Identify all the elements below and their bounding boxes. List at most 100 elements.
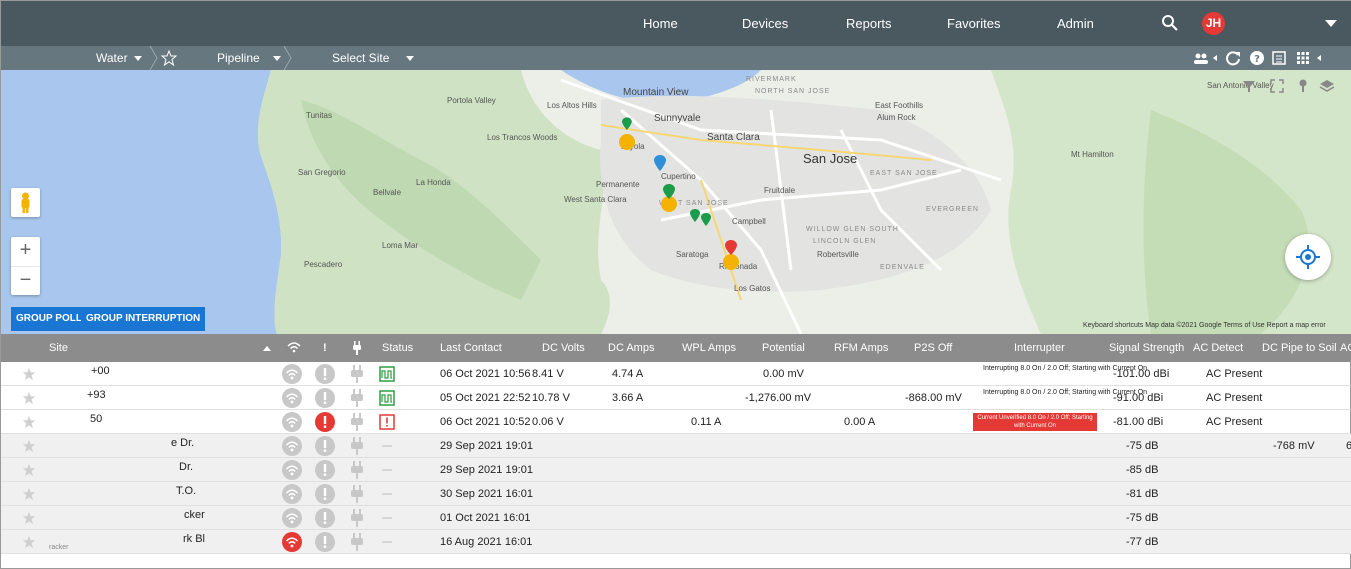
chevron-left-icon[interactable] (1315, 50, 1323, 66)
col-rfm-amps[interactable]: RFM Amps (834, 334, 888, 362)
zoom-in-button[interactable]: + (11, 237, 40, 266)
star-icon[interactable] (22, 463, 36, 477)
filter-icon[interactable] (1241, 78, 1257, 94)
star-icon[interactable] (22, 391, 36, 405)
alert-icon[interactable] (315, 484, 335, 504)
pin-icon[interactable] (1295, 78, 1311, 94)
star-icon[interactable] (161, 50, 177, 66)
wifi-icon[interactable] (282, 364, 302, 384)
group-interruption-button[interactable]: GROUP INTERRUPTION (81, 307, 206, 331)
col-potential[interactable]: Potential (762, 334, 805, 362)
map-pin-icon[interactable] (652, 154, 668, 174)
zoom-out-button[interactable]: − (11, 266, 40, 295)
pulse-status-icon[interactable] (379, 486, 399, 506)
pulse-status-icon[interactable] (379, 414, 399, 434)
map-view[interactable]: Mountain View Sunnyvale Santa Clara San … (1, 70, 1351, 334)
col-dc-amps[interactable]: DC Amps (608, 334, 654, 362)
pipeline-dropdown[interactable]: Pipeline (217, 46, 281, 70)
star-icon[interactable] (22, 367, 36, 381)
nav-home[interactable]: Home (643, 1, 678, 46)
alert-icon[interactable] (315, 532, 335, 552)
map-pin-icon[interactable] (615, 116, 639, 152)
pegman-icon[interactable] (11, 188, 40, 217)
star-icon[interactable] (22, 511, 36, 525)
site-name[interactable]: T.O. (176, 482, 196, 500)
wifi-icon[interactable] (282, 412, 302, 432)
plug-icon[interactable] (347, 364, 367, 384)
alert-icon[interactable] (315, 508, 335, 528)
wifi-icon[interactable] (282, 484, 302, 504)
map-pin-icon[interactable] (657, 182, 681, 214)
plug-icon[interactable] (347, 388, 367, 408)
select-site-dropdown[interactable]: Select Site (332, 46, 415, 70)
table-row[interactable]: e Dr. 29 Sep 2021 19:01 -75 dB -768 mV 6 (1, 434, 1351, 458)
wifi-icon[interactable] (282, 388, 302, 408)
table-row[interactable]: +00 06 Oct 2021 10:56 8.41 V 4.74 A 0.00 mV I… (1, 362, 1351, 386)
help-icon[interactable]: ? (1249, 50, 1265, 66)
col-wpl-amps[interactable]: WPL Amps (682, 334, 736, 362)
refresh-icon[interactable] (1225, 50, 1241, 66)
alert-icon[interactable] (315, 436, 335, 456)
site-name[interactable]: +00 (91, 362, 110, 380)
map-pin-icon[interactable] (687, 207, 717, 231)
plug-icon[interactable] (347, 484, 367, 504)
nav-reports[interactable]: Reports (846, 1, 892, 46)
site-name[interactable]: e Dr. (171, 434, 194, 452)
nav-devices[interactable]: Devices (742, 1, 788, 46)
pulse-status-icon[interactable] (379, 462, 399, 482)
col-ac-detect[interactable]: AC Detect (1193, 334, 1243, 362)
col-site[interactable]: Site (49, 334, 68, 362)
pulse-status-icon[interactable] (379, 510, 399, 530)
site-name[interactable]: rk Bl (183, 530, 205, 548)
alert-icon[interactable] (315, 364, 335, 384)
wifi-icon[interactable] (282, 532, 302, 552)
star-icon[interactable] (22, 415, 36, 429)
alert-icon[interactable] (315, 388, 335, 408)
search-icon[interactable] (1161, 14, 1179, 32)
col-last-contact[interactable]: Last Contact (440, 334, 502, 362)
site-name[interactable]: Dr. (179, 458, 193, 476)
layers-icon[interactable] (1319, 78, 1335, 94)
nav-favorites[interactable]: Favorites (947, 1, 1000, 46)
water-dropdown[interactable]: Water (96, 46, 142, 70)
pulse-status-icon[interactable] (379, 438, 399, 458)
col-signal-strength[interactable]: Signal Strength (1109, 334, 1184, 362)
pulse-status-icon[interactable] (379, 390, 399, 410)
plug-icon[interactable] (347, 508, 367, 528)
site-name[interactable]: +93 (87, 386, 106, 404)
col-status[interactable]: Status (382, 334, 413, 362)
star-icon[interactable] (22, 439, 36, 453)
chevron-down-icon[interactable] (1325, 20, 1337, 27)
plug-icon[interactable] (347, 532, 367, 552)
grid-icon[interactable] (1295, 50, 1311, 66)
site-name[interactable]: 50 (90, 410, 102, 428)
wifi-icon[interactable] (282, 436, 302, 456)
group-poll-button[interactable]: GROUP POLL (11, 307, 87, 331)
map-attribution[interactable]: Keyboard shortcuts Map data ©2021 Google… (1083, 322, 1326, 329)
locate-icon[interactable] (1285, 234, 1331, 280)
fullscreen-icon[interactable] (1269, 78, 1285, 94)
table-row[interactable]: T.O. 30 Sep 2021 16:01 -81 dB (1, 482, 1351, 506)
star-icon[interactable] (22, 487, 36, 501)
table-row[interactable]: Dr. 29 Sep 2021 19:01 -85 dB (1, 458, 1351, 482)
chevron-left-icon[interactable] (1211, 50, 1219, 66)
plug-icon[interactable] (347, 460, 367, 480)
table-row[interactable]: rk Bl racker 16 Aug 2021 16:01 -77 dB (1, 530, 1351, 554)
nav-admin[interactable]: Admin (1057, 1, 1094, 46)
wifi-icon[interactable] (282, 508, 302, 528)
alert-icon[interactable] (315, 412, 335, 432)
col-ac[interactable]: AC (1340, 334, 1351, 362)
map-pin-icon[interactable] (719, 238, 743, 270)
alert-icon[interactable] (315, 460, 335, 480)
user-group-icon[interactable] (1193, 50, 1209, 66)
col-dc-volts[interactable]: DC Volts (542, 334, 585, 362)
list-icon[interactable] (1271, 50, 1287, 66)
plug-icon[interactable] (347, 412, 367, 432)
table-row[interactable]: 50 06 Oct 2021 10:52 0.06 V 0.11 A 0.00 A Cur… (1, 410, 1351, 434)
site-name[interactable]: cker (184, 506, 205, 524)
table-row[interactable]: +93 05 Oct 2021 22:52 10.78 V 3.66 A -1,276.… (1, 386, 1351, 410)
pulse-status-icon[interactable] (379, 534, 399, 554)
star-icon[interactable] (22, 535, 36, 549)
avatar[interactable]: JH (1202, 12, 1225, 35)
pulse-status-icon[interactable] (379, 366, 399, 386)
